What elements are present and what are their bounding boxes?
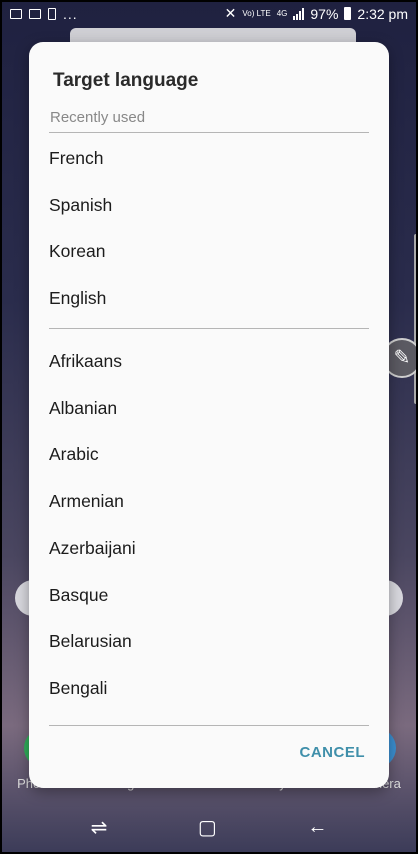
target-language-dialog: Target language Recently used French Spa… <box>29 42 389 788</box>
divider <box>49 725 369 726</box>
volte-indicator: Vo) LTE <box>242 8 271 18</box>
language-item-belarusian[interactable]: Belarusian <box>49 631 132 652</box>
more-notifications-indicator: ... <box>63 6 78 22</box>
language-item-french[interactable]: French <box>49 148 103 169</box>
divider <box>49 328 369 329</box>
dialog-title: Target language <box>53 70 199 91</box>
clock: 2:32 pm <box>357 5 408 22</box>
language-item-armenian[interactable]: Armenian <box>49 491 124 512</box>
signal-icon <box>293 7 305 20</box>
home-icon[interactable]: ▢ <box>198 815 217 840</box>
recents-icon[interactable]: ⇌ <box>91 815 108 840</box>
back-icon[interactable]: ← <box>307 816 327 839</box>
screenshot-notification-icon <box>48 8 56 20</box>
network-type: 4G <box>276 8 288 18</box>
language-item-arabic[interactable]: Arabic <box>49 444 99 465</box>
status-bar: ... ✕ Vo) LTE 4G 97% 2:32 pm <box>0 0 418 30</box>
gallery-notification-icon <box>10 9 22 19</box>
language-item-english[interactable]: English <box>49 288 106 309</box>
edge-panel-handle[interactable] <box>414 234 418 404</box>
cancel-button[interactable]: CANCEL <box>300 744 366 761</box>
recently-used-label: Recently used <box>50 109 146 126</box>
language-item-azerbaijani[interactable]: Azerbaijani <box>49 538 136 559</box>
divider <box>49 132 369 133</box>
language-item-basque[interactable]: Basque <box>49 585 108 606</box>
mute-icon: ✕ <box>224 5 237 21</box>
language-item-albanian[interactable]: Albanian <box>49 398 117 419</box>
language-item-bengali[interactable]: Bengali <box>49 678 107 699</box>
language-item-spanish[interactable]: Spanish <box>49 195 112 216</box>
gallery-notification-icon <box>29 9 41 19</box>
battery-icon <box>344 7 352 20</box>
language-item-afrikaans[interactable]: Afrikaans <box>49 351 122 372</box>
language-item-korean[interactable]: Korean <box>49 241 105 262</box>
navigation-bar: ⇌ ▢ ← <box>0 800 418 854</box>
battery-percent: 97% <box>310 5 339 22</box>
